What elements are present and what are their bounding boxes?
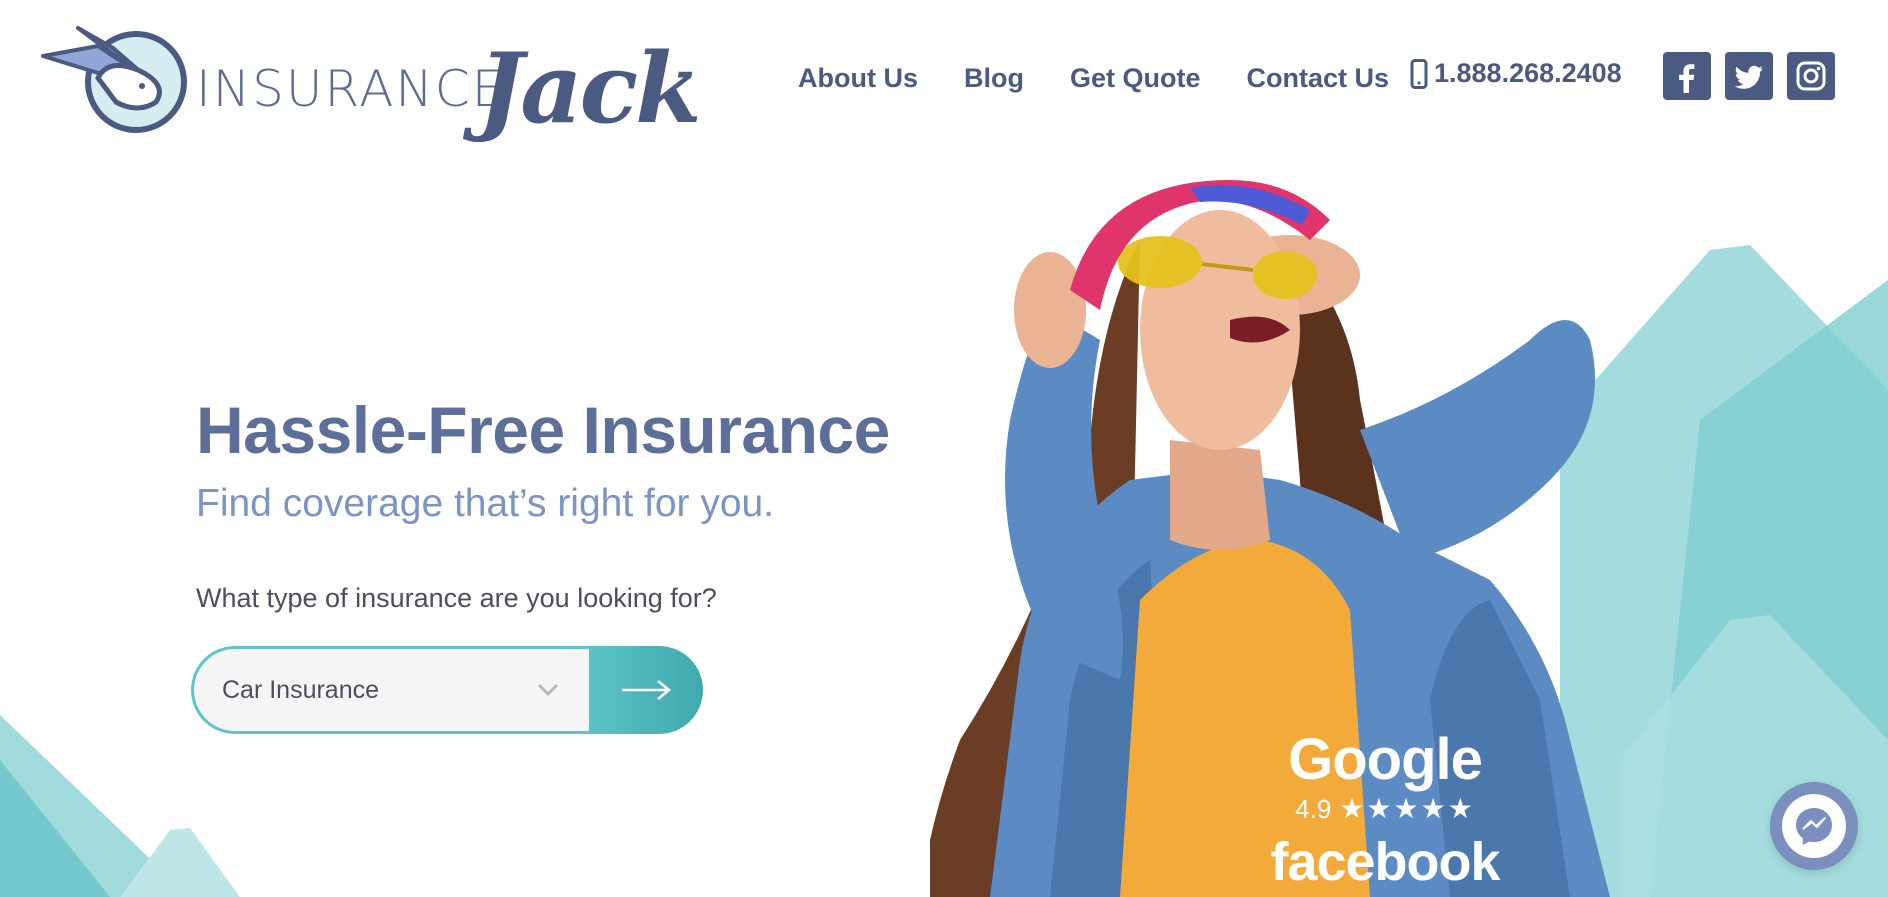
- insurance-type-select[interactable]: Car Insurance: [191, 646, 589, 734]
- insurance-type-value: Car Insurance: [222, 675, 380, 704]
- hero-title: Hassle-Free Insurance: [196, 393, 890, 467]
- instagram-link[interactable]: [1787, 52, 1835, 100]
- nav-blog[interactable]: Blog: [964, 63, 1024, 94]
- rabbit-logo-icon: [41, 26, 187, 133]
- logo-wordmark: INSURANCE: [196, 60, 506, 118]
- rating-score: 4.9: [1295, 794, 1332, 824]
- google-rating-logo: Google: [1288, 727, 1483, 792]
- hero-copy: Hassle-Free Insurance Find coverage that…: [196, 392, 976, 526]
- facebook-link[interactable]: [1663, 52, 1711, 100]
- insurance-type-question: What type of insurance are you looking f…: [196, 583, 717, 613]
- rating-stars: ★★★★★: [1339, 793, 1475, 824]
- instagram-icon: [1796, 61, 1826, 91]
- phone-link[interactable]: 1.888.268.2408: [1410, 58, 1622, 89]
- twitter-link[interactable]: [1725, 52, 1773, 100]
- logo-link[interactable]: INSURANCE Jack: [38, 18, 702, 145]
- chevron-down-icon: [538, 684, 558, 696]
- nav-about-us[interactable]: About Us: [798, 63, 918, 94]
- phone-number: 1.888.268.2408: [1434, 58, 1622, 88]
- ratings-badge: Google 4.9 ★★★★★ facebook: [1270, 727, 1500, 893]
- social-links: [1663, 52, 1849, 100]
- facebook-icon: [1679, 64, 1695, 93]
- hero-subtitle: Find coverage that’s right for you.: [196, 482, 775, 525]
- mobile-phone-icon: [1410, 58, 1428, 89]
- arrow-right-icon: [622, 680, 671, 700]
- submit-arrow-button[interactable]: [589, 646, 703, 734]
- logo-script: Jack: [478, 32, 702, 145]
- twitter-icon: [1734, 65, 1763, 89]
- messenger-chat-button[interactable]: [1770, 782, 1858, 870]
- messenger-bubble: [1782, 794, 1846, 858]
- messenger-icon: [1796, 808, 1832, 845]
- nav-contact-us[interactable]: Contact Us: [1247, 63, 1390, 94]
- site-header: INSURANCE Jack About Us Blog Get Quote C…: [0, 0, 1888, 150]
- insurance-type-form: Car Insurance: [191, 646, 703, 734]
- google-rating-score-row: 4.9 ★★★★★: [1270, 792, 1500, 826]
- facebook-rating-logo: facebook: [1270, 832, 1500, 892]
- main-nav: About Us Blog Get Quote Contact Us: [798, 56, 1435, 100]
- nav-get-quote[interactable]: Get Quote: [1070, 63, 1201, 94]
